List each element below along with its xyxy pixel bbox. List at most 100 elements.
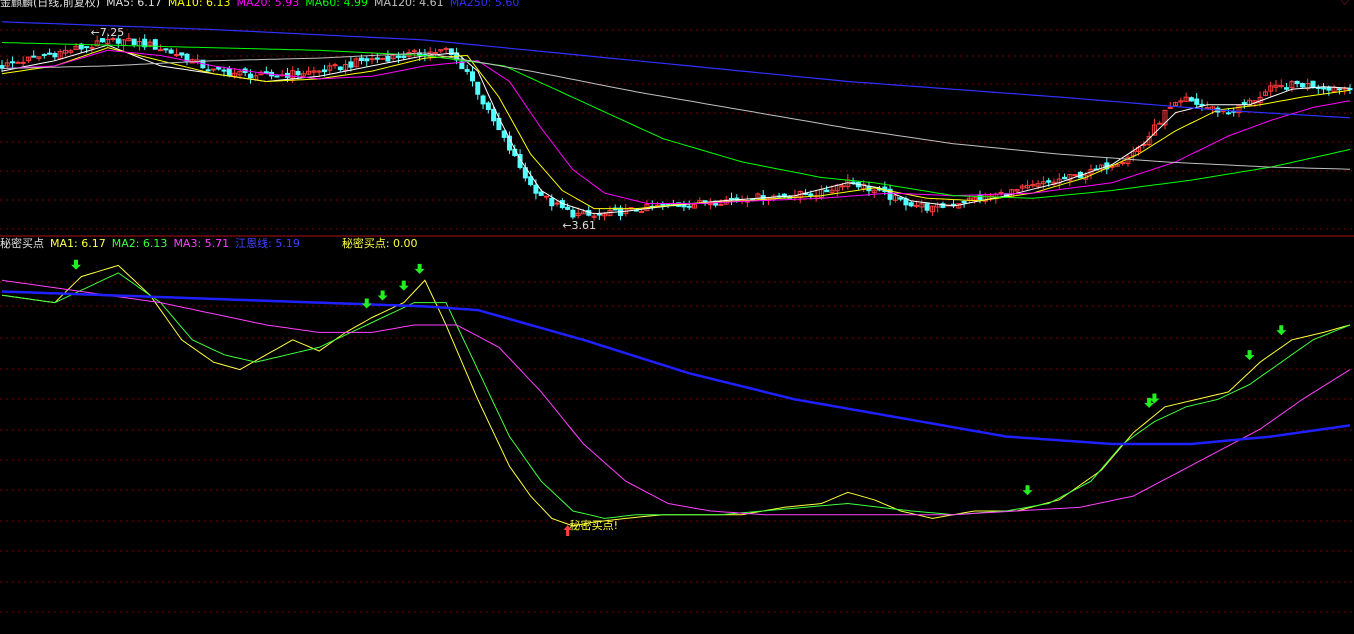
candle-body	[10, 61, 16, 64]
candle-body	[332, 64, 338, 67]
candle-body	[808, 193, 814, 197]
candle-body	[1062, 176, 1068, 180]
candle-body	[115, 38, 121, 44]
candle-body	[464, 69, 470, 72]
candle-body	[358, 57, 364, 61]
candle-body	[686, 205, 692, 208]
candle-body	[1046, 180, 1052, 183]
candle-body	[1194, 98, 1200, 105]
legend-ma250: MA250: 5.60	[449, 0, 520, 9]
candle-body	[385, 55, 391, 62]
candle-body	[729, 197, 735, 200]
candle-body	[395, 55, 401, 58]
candle-body	[1188, 97, 1194, 102]
candle-body	[533, 184, 539, 194]
candle-body	[1241, 102, 1247, 106]
candle-body	[1167, 106, 1173, 109]
legend-osc-ma3: MA3: 5.71	[173, 237, 230, 250]
candle-body	[374, 57, 380, 60]
candle-body	[528, 176, 534, 186]
candle-body	[158, 49, 164, 52]
legend-ma60: MA60: 4.99	[305, 0, 368, 9]
candle-body	[1157, 122, 1163, 125]
candle-body	[898, 197, 904, 200]
candle-body	[364, 58, 370, 62]
favorite-heart-icon[interactable]: ♡	[1339, 0, 1350, 8]
legend-signal: 秘密买点: 0.00	[341, 237, 418, 250]
candle-body	[173, 53, 179, 56]
candle-body	[475, 81, 481, 95]
candle-body	[554, 202, 560, 205]
candle-body	[179, 52, 185, 56]
candle-body	[961, 200, 967, 204]
candle-body	[41, 53, 47, 56]
candle-body	[1347, 88, 1353, 91]
candle-body	[20, 61, 26, 64]
legend-ma10: MA10: 6.13	[167, 0, 231, 9]
legend-ma20: MA20: 5.93	[236, 0, 300, 9]
candle-body	[549, 197, 555, 207]
candle-body	[52, 53, 58, 58]
candle-body	[31, 55, 37, 58]
candle-body	[718, 203, 724, 206]
candle-body	[411, 50, 417, 53]
candle-body	[908, 202, 914, 207]
candle-body	[1336, 88, 1342, 91]
candle-body	[1204, 107, 1210, 110]
candle-body	[0, 65, 5, 69]
legend-osc-ma1: MA1: 6.17	[50, 237, 106, 250]
candle-body	[89, 46, 95, 49]
buy-point-label: 秘密买点!	[570, 518, 618, 532]
candle-body	[47, 52, 53, 55]
candle-body	[840, 185, 846, 188]
candle-body	[491, 108, 497, 122]
candle-body	[570, 209, 576, 218]
candle-body	[168, 49, 174, 54]
candle-body	[274, 75, 280, 78]
candle-body	[660, 203, 666, 206]
candle-body	[15, 61, 21, 64]
candle-body	[543, 195, 549, 198]
candle-body	[1284, 87, 1290, 90]
candle-body	[1321, 87, 1327, 90]
candle-body	[1299, 83, 1305, 88]
candle-body	[221, 69, 227, 72]
candle-body	[565, 206, 571, 210]
candle-body	[469, 71, 475, 82]
candle-body	[824, 189, 830, 193]
candle-body	[152, 39, 158, 50]
candle-body	[247, 73, 253, 79]
candle-body	[163, 48, 169, 51]
candle-body	[538, 191, 544, 196]
candle-body	[401, 55, 407, 58]
candle-body	[380, 57, 386, 60]
candle-body	[480, 95, 486, 105]
candle-body	[914, 204, 920, 207]
candle-body	[226, 68, 232, 77]
candle-body	[1310, 80, 1316, 89]
candle-body	[131, 38, 137, 46]
candle-body	[924, 203, 930, 211]
candle-body	[485, 102, 491, 110]
candle-body	[596, 213, 602, 216]
candle-body	[321, 69, 327, 73]
legend-title: 金麒麟(日线,前复权)	[0, 0, 101, 9]
candle-body	[205, 69, 211, 72]
indicator-legend: 秘密买点 MA1: 6.17 MA2: 6.13 MA3: 5.71 江恩线: 5.19…	[0, 237, 424, 251]
candle-body	[432, 52, 438, 55]
price-legend: 金麒麟(日线,前复权) MA5: 6.17 MA10: 6.13 MA20: 5.93…	[0, 0, 525, 10]
legend-lifeline: 江恩线: 5.19	[235, 237, 300, 250]
candle-body	[1072, 174, 1078, 177]
candle-body	[348, 61, 354, 68]
candle-body	[443, 47, 449, 50]
high-price-label: ←7.25	[91, 26, 125, 39]
indicator-title: 秘密买点	[0, 237, 44, 250]
candle-body	[216, 66, 222, 70]
candle-body	[1294, 80, 1300, 85]
stock-chart: 秘密买点! ←7.25 ←3.61	[0, 0, 1354, 634]
candle-body	[84, 46, 90, 49]
legend-ma120: MA120: 4.61	[373, 0, 444, 9]
candle-body	[707, 203, 713, 206]
candle-body	[998, 191, 1004, 194]
candle-body	[1326, 86, 1332, 91]
